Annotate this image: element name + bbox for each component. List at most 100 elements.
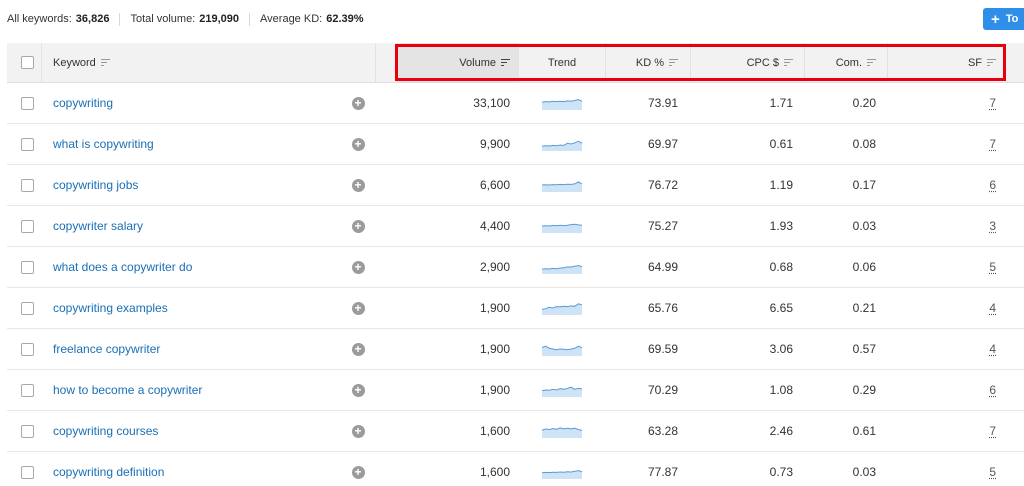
cpc-cell: 1.71 bbox=[691, 83, 804, 123]
to-list-button[interactable]: + To bbox=[983, 8, 1024, 30]
sort-icon bbox=[867, 59, 876, 66]
row-checkbox[interactable] bbox=[21, 384, 34, 397]
keyword-link[interactable]: freelance copywriter bbox=[53, 342, 160, 356]
column-header-volume[interactable]: Volume bbox=[396, 43, 518, 82]
add-to-list-cell: + bbox=[351, 411, 365, 451]
kd-cell: 69.59 bbox=[606, 329, 690, 369]
table-body: copywriting +33,100 73.91 1.71 0.20 7 what is … bbox=[7, 83, 1024, 486]
com-header-label: Com. bbox=[836, 57, 862, 69]
cpc-cell: 1.93 bbox=[691, 206, 804, 246]
column-header-keyword[interactable]: Keyword bbox=[53, 43, 110, 82]
keyword-link[interactable]: copywriting definition bbox=[53, 465, 164, 479]
add-circle-icon[interactable]: + bbox=[352, 384, 365, 397]
table-row: what is copywriting +9,900 69.97 0.61 0.08 7 bbox=[7, 124, 1024, 165]
row-checkbox[interactable] bbox=[21, 220, 34, 233]
trend-cell bbox=[519, 370, 605, 410]
row-checkbox[interactable] bbox=[21, 466, 34, 479]
trend-sparkline bbox=[542, 342, 582, 356]
sf-cell: 6 bbox=[888, 370, 999, 410]
table-header: Keyword Volume Trend KD % CPC $ Com. SF bbox=[7, 43, 1024, 83]
add-circle-icon[interactable]: + bbox=[352, 220, 365, 233]
sf-cell: 4 bbox=[888, 329, 999, 369]
row-checkbox[interactable] bbox=[21, 138, 34, 151]
keyword-link[interactable]: copywriting jobs bbox=[53, 178, 138, 192]
trend-sparkline bbox=[542, 383, 582, 397]
serp-features-link[interactable]: 7 bbox=[989, 424, 996, 438]
volume-cell: 1,900 bbox=[396, 329, 518, 369]
serp-features-link[interactable]: 6 bbox=[989, 383, 996, 397]
keyword-link[interactable]: what does a copywriter do bbox=[53, 260, 192, 274]
cpc-cell: 3.06 bbox=[691, 329, 804, 369]
trend-cell bbox=[519, 165, 605, 205]
serp-features-link[interactable]: 3 bbox=[989, 219, 996, 233]
all-keywords-stat: All keywords: 36,826 bbox=[7, 13, 109, 25]
sort-icon bbox=[784, 59, 793, 66]
add-circle-icon[interactable]: + bbox=[352, 466, 365, 479]
keywords-table: Keyword Volume Trend KD % CPC $ Com. SF bbox=[7, 43, 1024, 486]
cpc-cell: 0.73 bbox=[691, 452, 804, 486]
serp-features-link[interactable]: 5 bbox=[989, 465, 996, 479]
total-volume-label: Total volume: bbox=[130, 13, 195, 25]
column-header-cpc[interactable]: CPC $ bbox=[691, 43, 804, 82]
trend-cell bbox=[519, 411, 605, 451]
sf-cell: 7 bbox=[888, 83, 999, 123]
add-circle-icon[interactable]: + bbox=[352, 179, 365, 192]
keyword-cell: copywriting examples bbox=[53, 288, 168, 328]
serp-features-link[interactable]: 4 bbox=[989, 301, 996, 315]
cpc-cell: 0.68 bbox=[691, 247, 804, 287]
row-checkbox[interactable] bbox=[21, 97, 34, 110]
add-circle-icon[interactable]: + bbox=[352, 261, 365, 274]
add-circle-icon[interactable]: + bbox=[352, 343, 365, 356]
trend-sparkline bbox=[542, 178, 582, 192]
kd-cell: 70.29 bbox=[606, 370, 690, 410]
column-divider bbox=[375, 43, 376, 82]
sf-cell: 7 bbox=[888, 411, 999, 451]
add-to-list-cell: + bbox=[351, 329, 365, 369]
table-row: freelance copywriter +1,900 69.59 3.06 0.57 4 bbox=[7, 329, 1024, 370]
select-all-checkbox[interactable] bbox=[21, 56, 34, 69]
keyword-cell: what does a copywriter do bbox=[53, 247, 192, 287]
keyword-link[interactable]: copywriting examples bbox=[53, 301, 168, 315]
column-header-sf[interactable]: SF bbox=[888, 43, 999, 82]
add-circle-icon[interactable]: + bbox=[352, 425, 365, 438]
add-circle-icon[interactable]: + bbox=[352, 97, 365, 110]
row-checkbox[interactable] bbox=[21, 302, 34, 315]
com-cell: 0.03 bbox=[805, 206, 887, 246]
column-header-com[interactable]: Com. bbox=[805, 43, 887, 82]
table-row: copywriting +33,100 73.91 1.71 0.20 7 bbox=[7, 83, 1024, 124]
add-circle-icon[interactable]: + bbox=[352, 138, 365, 151]
serp-features-link[interactable]: 5 bbox=[989, 260, 996, 274]
sf-cell: 5 bbox=[888, 247, 999, 287]
serp-features-link[interactable]: 6 bbox=[989, 178, 996, 192]
keyword-link[interactable]: copywriter salary bbox=[53, 219, 143, 233]
sort-icon bbox=[987, 59, 996, 66]
volume-cell: 6,600 bbox=[396, 165, 518, 205]
add-to-list-cell: + bbox=[351, 165, 365, 205]
keyword-cell: how to become a copywriter bbox=[53, 370, 202, 410]
row-checkbox[interactable] bbox=[21, 425, 34, 438]
row-checkbox[interactable] bbox=[21, 179, 34, 192]
keyword-link[interactable]: copywriting courses bbox=[53, 424, 158, 438]
keyword-link[interactable]: copywriting bbox=[53, 96, 113, 110]
average-kd-stat: Average KD: 62.39% bbox=[260, 13, 363, 25]
summary-divider bbox=[119, 13, 120, 26]
cpc-header-label: CPC $ bbox=[747, 57, 779, 69]
summary-divider bbox=[249, 13, 250, 26]
row-checkbox[interactable] bbox=[21, 343, 34, 356]
kd-cell: 76.72 bbox=[606, 165, 690, 205]
serp-features-link[interactable]: 7 bbox=[989, 96, 996, 110]
sort-descending-icon bbox=[501, 59, 510, 66]
trend-cell bbox=[519, 83, 605, 123]
keyword-link[interactable]: how to become a copywriter bbox=[53, 383, 202, 397]
table-row: copywriting examples +1,900 65.76 6.65 0.21 4 bbox=[7, 288, 1024, 329]
serp-features-link[interactable]: 4 bbox=[989, 342, 996, 356]
add-to-list-cell: + bbox=[351, 124, 365, 164]
column-header-kd[interactable]: KD % bbox=[606, 43, 690, 82]
keyword-link[interactable]: what is copywriting bbox=[53, 137, 154, 151]
row-checkbox[interactable] bbox=[21, 261, 34, 274]
volume-header-label: Volume bbox=[459, 57, 496, 69]
serp-features-link[interactable]: 7 bbox=[989, 137, 996, 151]
all-keywords-label: All keywords: bbox=[7, 13, 72, 25]
volume-cell: 33,100 bbox=[396, 83, 518, 123]
add-circle-icon[interactable]: + bbox=[352, 302, 365, 315]
